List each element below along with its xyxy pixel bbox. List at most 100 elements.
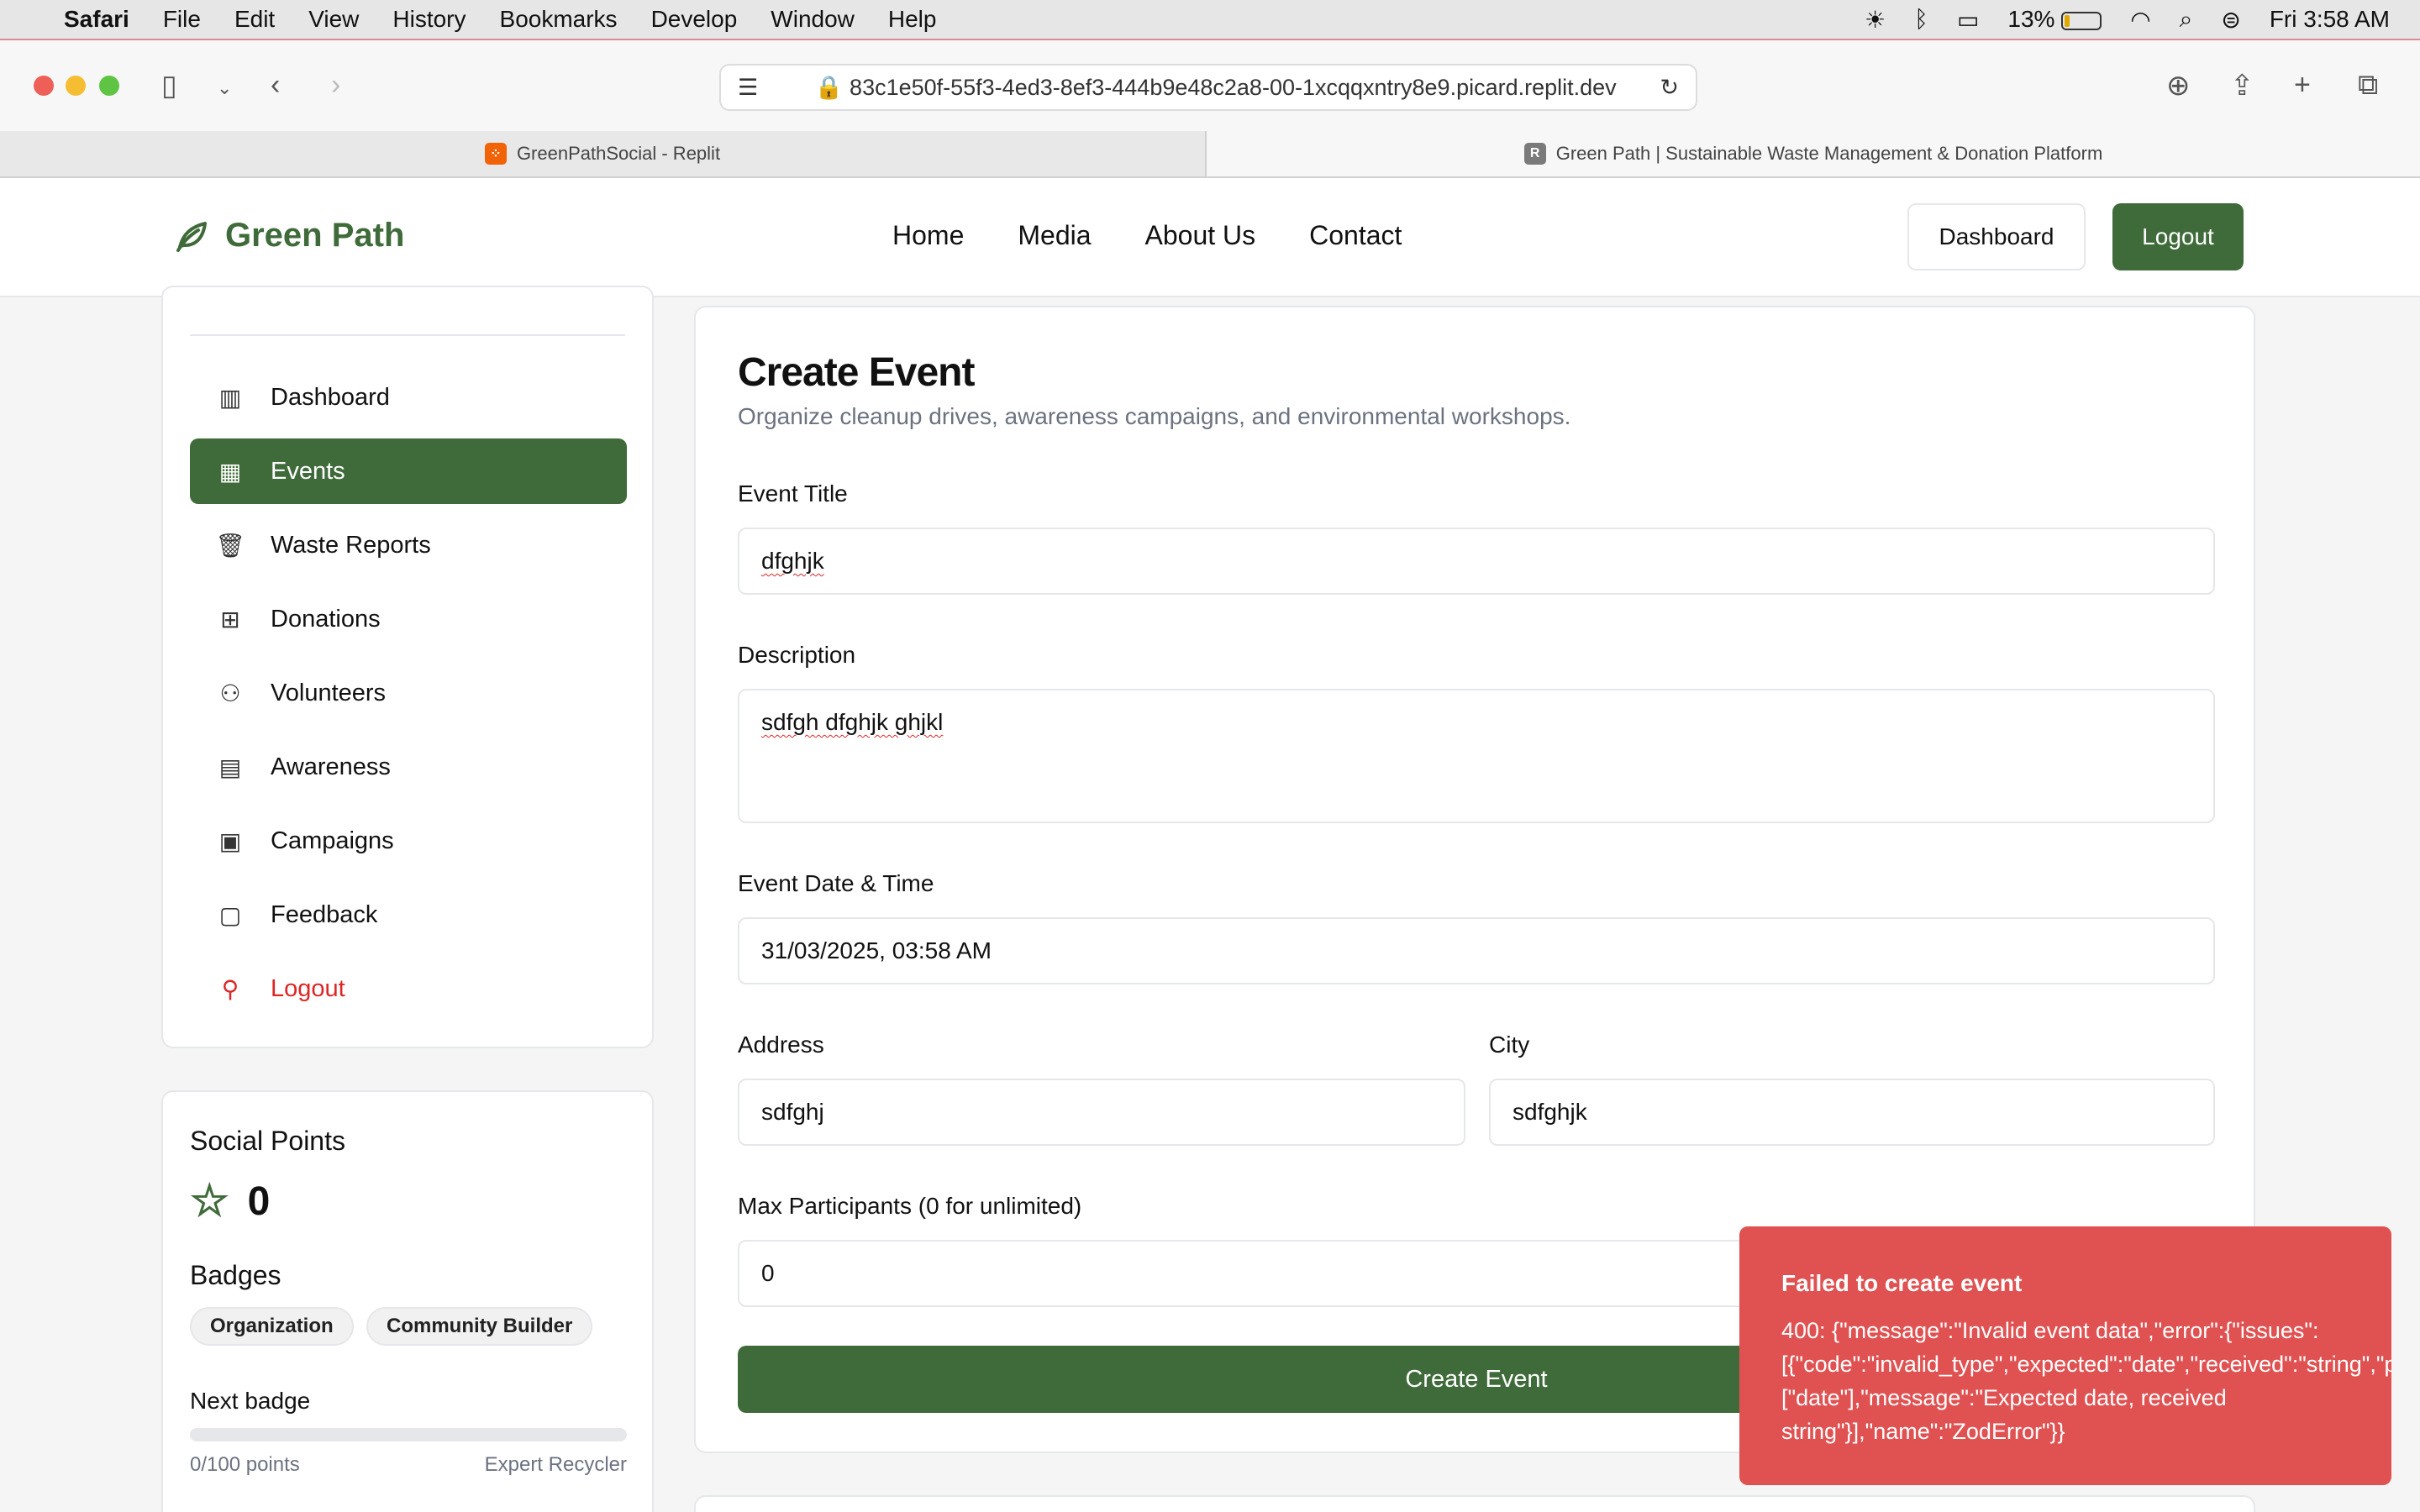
spotlight-search-icon[interactable]: ⌕ <box>2180 6 2193 34</box>
description-value: sdfgh dfghjk ghjkl <box>761 709 944 735</box>
badge-organization: Organization <box>190 1307 354 1346</box>
progress-footer: 0/100 points Expert Recycler <box>190 1453 627 1477</box>
back-icon[interactable]: ‹ <box>271 69 280 102</box>
event-date-input[interactable]: 31/03/2025, 03:58 AM <box>738 917 2215 984</box>
main-nav: Home Media About Us Contact <box>892 220 1402 251</box>
nav-media[interactable]: Media <box>1018 220 1091 251</box>
sidebar-item-logout[interactable]: ⚲ Logout <box>190 956 627 1021</box>
close-window-button[interactable] <box>34 76 54 96</box>
wifi-icon[interactable]: ◠ <box>2130 6 2150 34</box>
menu-history[interactable]: History <box>392 6 466 33</box>
url-text[interactable]: 🔒 83c1e50f-55f3-4ed3-8ef3-444b9e48c2a8-0… <box>771 74 1660 101</box>
menu-bookmarks[interactable]: Bookmarks <box>500 6 618 33</box>
menu-app-safari[interactable]: Safari <box>64 6 129 33</box>
page-subtitle: Organize cleanup drives, awareness campa… <box>738 403 1571 429</box>
newspaper-icon: ▤ <box>218 753 242 780</box>
address-value: sdfghj <box>761 1099 824 1125</box>
event-date-value: 31/03/2025, 03:58 AM <box>761 937 992 963</box>
sidebar-toggle-icon[interactable]: ▯ <box>161 69 177 102</box>
tab-overview-icon[interactable]: ⧉ <box>2358 69 2378 102</box>
brightness-icon[interactable]: ☀ <box>1865 6 1886 34</box>
sidebar-item-awareness[interactable]: ▤ Awareness <box>190 734 627 800</box>
sidebar-item-dashboard[interactable]: ▥ Dashboard <box>190 365 627 430</box>
toast-message: 400: {"message":"Invalid event data","er… <box>1781 1314 2391 1448</box>
tab-title: GreenPathSocial - Replit <box>516 143 721 164</box>
page-menu-icon[interactable]: ☰ <box>738 75 758 101</box>
tab-replit[interactable]: ⁘ GreenPathSocial - Replit <box>0 131 1207 176</box>
badge-community-builder: Community Builder <box>366 1307 593 1346</box>
toast-line: string"}],"name":"ZodError"}} <box>1781 1419 2065 1444</box>
tab-green-path[interactable]: R Green Path | Sustainable Waste Managem… <box>1207 131 2420 176</box>
bluetooth-icon[interactable]: ᛒ <box>1914 6 1928 33</box>
nav-home[interactable]: Home <box>892 220 964 251</box>
tab-bar: ⁘ GreenPathSocial - Replit R Green Path … <box>0 131 2420 178</box>
address-input[interactable]: sdfghj <box>738 1079 1465 1146</box>
city-label: City <box>1489 1032 1530 1058</box>
next-badge-name: Expert Recycler <box>484 1453 627 1476</box>
event-title-label: Event Title <box>738 480 848 507</box>
battery-percent: 13% <box>2007 6 2055 32</box>
sidebar-item-label: Volunteers <box>271 679 387 706</box>
brand-logo[interactable]: Green Path <box>171 215 404 255</box>
nav-about-us[interactable]: About Us <box>1145 220 1256 251</box>
menu-view[interactable]: View <box>308 6 359 33</box>
sidebar-item-label: Events <box>271 457 345 485</box>
logout-button[interactable]: Logout <box>2112 203 2244 270</box>
menu-file[interactable]: File <box>163 6 201 33</box>
address-bar[interactable]: ☰ 🔒 83c1e50f-55f3-4ed3-8ef3-444b9e48c2a8… <box>719 64 1697 111</box>
star-icon: ☆ <box>190 1177 229 1226</box>
city-value: sdfghjk <box>1512 1099 1587 1125</box>
zoom-window-button[interactable] <box>99 76 119 96</box>
city-input[interactable]: sdfghjk <box>1489 1079 2215 1146</box>
toast-line: ["date"],"message":"Expected date, recei… <box>1781 1385 2227 1410</box>
user-icon: ⚲ <box>221 975 239 1002</box>
sidebar-item-label: Logout <box>271 974 345 1002</box>
menu-help[interactable]: Help <box>888 6 937 33</box>
points-number: 0 <box>247 1179 271 1224</box>
replit-favicon-icon: ⁘ <box>484 143 507 165</box>
control-center-icon[interactable]: ⊜ <box>2221 6 2240 34</box>
tab-title: Green Path | Sustainable Waste Managemen… <box>1555 143 2103 164</box>
menu-develop[interactable]: Develop <box>651 6 738 33</box>
sidebar-item-waste-reports[interactable]: 🗑 Waste Reports <box>190 512 627 578</box>
sidebar-item-label: Awareness <box>271 753 391 780</box>
sidebar-item-campaigns[interactable]: ▣ Campaigns <box>190 808 627 874</box>
menu-edit[interactable]: Edit <box>234 6 275 33</box>
sidebar-item-events[interactable]: ▦ Events <box>190 438 627 504</box>
display-icon[interactable]: ▭ <box>1957 6 1979 34</box>
max-participants-label: Max Participants (0 for unlimited) <box>738 1193 1082 1219</box>
divider <box>190 334 625 336</box>
sidebar-item-label: Feedback <box>271 900 378 928</box>
sidebar-item-donations[interactable]: ⊞ Donations <box>190 586 627 652</box>
social-points-card: Social Points ☆ 0 Badges Organization Co… <box>161 1090 654 1512</box>
lock-icon: 🔒 <box>814 75 844 100</box>
calendar-icon: ▦ <box>218 458 242 485</box>
progress-text: 0/100 points <box>190 1453 300 1476</box>
sidebar-item-label: Campaigns <box>271 827 394 854</box>
new-tab-icon[interactable]: + <box>2294 69 2311 102</box>
clock[interactable]: Fri 3:58 AM <box>2270 6 2390 33</box>
leaf-icon <box>176 222 207 252</box>
dashboard-button[interactable]: Dashboard <box>1907 203 2086 270</box>
url-value: 83c1e50f-55f3-4ed3-8ef3-444b9e48c2a8-00-… <box>850 75 1617 100</box>
sidebar-item-feedback[interactable]: ▢ Feedback <box>190 882 627 948</box>
event-title-input[interactable]: dfghjk <box>738 528 2215 595</box>
battery-status[interactable]: 13% <box>2007 6 2102 33</box>
message-icon: ▢ <box>218 901 242 928</box>
building-icon: ▣ <box>218 827 242 854</box>
max-participants-value: 0 <box>761 1260 775 1286</box>
chevron-down-icon[interactable]: ⌄ <box>217 77 232 99</box>
site-favicon-icon: R <box>1523 143 1546 165</box>
nav-contact[interactable]: Contact <box>1309 220 1402 251</box>
next-badge-label: Next badge <box>190 1388 311 1414</box>
minimize-window-button[interactable] <box>66 76 86 96</box>
downloads-icon[interactable]: ⊕ <box>2166 69 2191 102</box>
sidebar-item-label: Waste Reports <box>271 531 431 559</box>
reload-icon[interactable]: ↻ <box>1660 75 1679 101</box>
share-icon[interactable]: ⇪ <box>2230 69 2254 102</box>
description-textarea[interactable]: sdfgh dfghjk ghjkl <box>738 689 2215 823</box>
error-toast[interactable]: Failed to create event 400: {"message":"… <box>1739 1226 2391 1485</box>
forward-icon[interactable]: › <box>331 69 340 102</box>
sidebar-item-volunteers[interactable]: ⚇ Volunteers <box>190 660 627 726</box>
menu-window[interactable]: Window <box>771 6 855 33</box>
